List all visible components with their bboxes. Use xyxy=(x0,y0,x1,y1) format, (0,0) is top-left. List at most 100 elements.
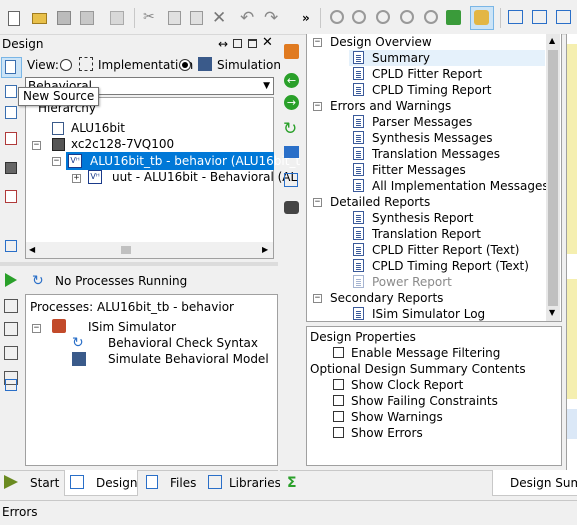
tree-collapse-toggle[interactable]: − xyxy=(313,102,322,111)
report-document-icon xyxy=(353,179,364,192)
summary-section-title[interactable]: Detailed Reports xyxy=(330,194,430,210)
show-failing-constraints-checkbox[interactable] xyxy=(333,395,344,406)
add-source-icon[interactable] xyxy=(5,85,17,98)
binoculars-icon[interactable] xyxy=(284,201,299,214)
tree-item-device[interactable]: xc2c128-7VQ100 xyxy=(71,136,174,152)
cascade-windows-icon[interactable] xyxy=(508,10,523,24)
summary-home-icon[interactable] xyxy=(284,44,299,59)
scroll-up-icon[interactable]: ▲ xyxy=(549,36,555,45)
enable-filtering-checkbox[interactable] xyxy=(333,347,344,358)
forward-arrow-icon[interactable]: → xyxy=(284,95,299,110)
summary-item[interactable]: CPLD Fitter Report xyxy=(372,66,482,82)
toolbar-overflow-icon[interactable]: » xyxy=(302,10,310,26)
summary-item[interactable]: Parser Messages xyxy=(372,114,472,130)
summary-item[interactable]: CPLD Timing Report xyxy=(372,82,492,98)
scroll-left-icon[interactable]: ◀ xyxy=(29,245,35,254)
summary-item[interactable]: Translation Messages xyxy=(372,146,500,162)
summary-item[interactable]: Summary xyxy=(372,50,430,66)
redo-icon[interactable]: ↷ xyxy=(264,8,280,28)
tree-collapse-toggle[interactable]: − xyxy=(313,294,322,303)
summary-section-title[interactable]: Secondary Reports xyxy=(330,290,443,306)
zoom-fit-icon[interactable] xyxy=(376,10,390,24)
delete-icon[interactable]: ✕ xyxy=(212,8,228,28)
summary-item[interactable]: Synthesis Report xyxy=(372,210,473,226)
undo-icon[interactable]: ↶ xyxy=(240,8,256,28)
checklist-icon[interactable] xyxy=(284,173,298,187)
tree-collapse-toggle[interactable]: − xyxy=(313,198,322,207)
summary-section-title[interactable]: Errors and Warnings xyxy=(330,98,451,114)
isim-icon[interactable] xyxy=(284,146,299,158)
tile-vertical-icon[interactable] xyxy=(556,10,571,24)
search-icon[interactable] xyxy=(424,10,438,24)
process-item-simulate[interactable]: Simulate Behavioral Model xyxy=(108,351,269,367)
run-icon[interactable] xyxy=(5,273,17,287)
add-copy-source-icon[interactable] xyxy=(5,106,17,119)
back-arrow-icon[interactable]: ← xyxy=(284,73,299,88)
panel-layout-icon[interactable] xyxy=(5,379,17,391)
tab-libraries[interactable]: Libraries xyxy=(204,471,281,495)
implementation-radio[interactable] xyxy=(60,59,72,71)
optional-contents-title: Optional Design Summary Contents xyxy=(310,362,526,376)
vertical-scrollbar[interactable]: ▲ ▼ xyxy=(546,34,560,321)
tile-horizontal-icon[interactable] xyxy=(532,10,547,24)
process-status-text: No Processes Running xyxy=(55,274,188,288)
summary-item[interactable]: Power Report xyxy=(372,274,452,290)
summary-item[interactable]: CPLD Fitter Report (Text) xyxy=(372,242,520,258)
scroll-down-icon[interactable]: ▼ xyxy=(549,308,555,317)
show-clock-report-checkbox[interactable] xyxy=(333,379,344,390)
zoom-out-icon[interactable] xyxy=(352,10,366,24)
horizontal-scrollbar[interactable]: ◀ ▶ xyxy=(26,242,273,258)
stop-icon[interactable] xyxy=(4,346,18,360)
save-icon[interactable] xyxy=(57,11,71,25)
save-all-icon[interactable] xyxy=(80,11,94,25)
process-item-isim[interactable]: ISim Simulator xyxy=(88,319,176,335)
paste-icon[interactable] xyxy=(190,11,203,25)
float-panel-icon[interactable]: ↔ xyxy=(218,36,228,52)
tree-item-testbench[interactable]: ALU16bit_tb - behavior (ALU16bit_t xyxy=(90,153,300,169)
remove-source-icon[interactable] xyxy=(5,132,17,145)
zoom-in-icon[interactable] xyxy=(330,10,344,24)
maximize-panel-icon[interactable] xyxy=(248,39,257,48)
design-panel-title: Design xyxy=(2,37,44,51)
refresh-report-icon[interactable]: ↻ xyxy=(283,121,299,138)
simulation-radio[interactable] xyxy=(179,59,191,71)
restore-panel-icon[interactable] xyxy=(233,39,242,48)
properties-icon[interactable] xyxy=(5,190,17,203)
tree-collapse-toggle[interactable]: − xyxy=(32,324,41,333)
scroll-right-icon[interactable]: ▶ xyxy=(262,245,268,254)
report-document-icon xyxy=(353,115,364,128)
tree-collapse-toggle[interactable]: − xyxy=(313,38,322,47)
tree-collapse-toggle[interactable]: − xyxy=(32,141,41,150)
tab-start[interactable]: Start xyxy=(0,471,60,495)
tab-design[interactable]: Design xyxy=(64,470,138,496)
tree-item-uut[interactable]: uut - ALU16bit - Behavioral (AL xyxy=(112,169,297,185)
copy-icon[interactable] xyxy=(168,11,181,25)
tree-item-project[interactable]: ALU16bit xyxy=(71,120,125,136)
panel-splitter[interactable] xyxy=(0,262,278,266)
summary-item[interactable]: All Implementation Messages xyxy=(372,178,549,194)
tab-design-summary[interactable]: Design Summa xyxy=(492,470,577,496)
chip-view-icon[interactable] xyxy=(5,162,17,174)
close-panel-icon[interactable]: ✕ xyxy=(262,35,273,51)
tree-collapse-toggle[interactable]: − xyxy=(52,157,61,166)
rerun-icon[interactable] xyxy=(4,299,18,313)
open-folder-icon[interactable] xyxy=(32,13,47,24)
cut-icon[interactable]: ✂ xyxy=(143,9,159,25)
panel-layout-icon[interactable] xyxy=(5,240,17,252)
summary-item[interactable]: CPLD Timing Report (Text) xyxy=(372,258,529,274)
rerun-all-icon[interactable] xyxy=(4,322,18,336)
summary-section-title[interactable]: Design Overview xyxy=(330,34,432,50)
show-warnings-checkbox[interactable] xyxy=(333,411,344,422)
summary-item[interactable]: ISim Simulator Log xyxy=(372,306,485,322)
tab-files[interactable]: Files xyxy=(142,471,200,495)
new-file-icon[interactable] xyxy=(8,11,20,26)
summary-item[interactable]: Translation Report xyxy=(372,226,481,242)
print-icon[interactable] xyxy=(110,11,124,25)
refresh-icon[interactable] xyxy=(446,10,461,25)
summary-item[interactable]: Synthesis Messages xyxy=(372,130,493,146)
summary-item[interactable]: Fitter Messages xyxy=(372,162,466,178)
zoom-area-icon[interactable] xyxy=(400,10,414,24)
tree-expand-toggle[interactable]: + xyxy=(72,174,81,183)
process-item-check-syntax[interactable]: Behavioral Check Syntax xyxy=(108,335,258,351)
show-errors-checkbox[interactable] xyxy=(333,427,344,438)
